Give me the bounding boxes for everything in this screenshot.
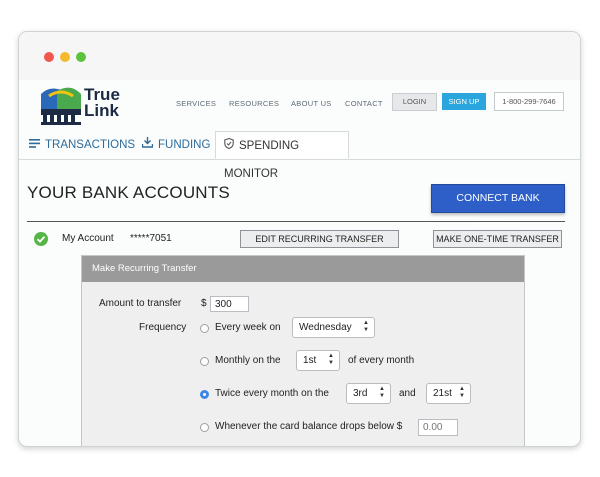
account-number: *****7051 bbox=[130, 233, 172, 244]
monthly-day-select[interactable]: 1st ▲ ▼ bbox=[296, 350, 340, 371]
weekday-select[interactable]: Wednesday ▲ ▼ bbox=[292, 317, 375, 338]
page-title: YOUR BANK ACCOUNTS bbox=[27, 183, 230, 202]
nav-about-us[interactable]: ABOUT US bbox=[291, 99, 332, 108]
currency-symbol: $ bbox=[201, 298, 207, 309]
weekday-select-value: Wednesday bbox=[299, 322, 352, 333]
shield-icon bbox=[224, 132, 234, 160]
amount-input[interactable]: 300 bbox=[210, 296, 249, 312]
check-circle-icon bbox=[34, 232, 48, 246]
account-name: My Account bbox=[62, 233, 114, 244]
monthly-suffix: of every month bbox=[348, 355, 415, 366]
balance-threshold-label: Whenever the card balance drops below $ bbox=[215, 421, 403, 432]
balance-threshold-input[interactable] bbox=[418, 419, 458, 436]
and-label: and bbox=[399, 388, 416, 399]
true-link-logo[interactable]: True Link bbox=[39, 86, 120, 126]
make-one-time-transfer-button[interactable]: MAKE ONE-TIME TRANSFER bbox=[433, 230, 562, 248]
select-arrows-icon: ▲ ▼ bbox=[379, 386, 385, 399]
select-arrows-icon: ▲ ▼ bbox=[363, 320, 369, 333]
twice-monthly-label: Twice every month on the bbox=[215, 388, 329, 399]
nav-resources[interactable]: RESOURCES bbox=[229, 99, 279, 108]
browser-window: True Link SERVICES RESOURCES ABOUT US CO… bbox=[18, 31, 581, 447]
recurring-transfer-panel: Make Recurring Transfer Amount to transf… bbox=[81, 255, 525, 446]
nav-contact[interactable]: CONTACT bbox=[345, 99, 383, 108]
tab-funding-label: FUNDING bbox=[158, 139, 211, 152]
second-day-select[interactable]: 21st ▲ ▼ bbox=[426, 383, 471, 404]
tab-spending-monitor[interactable]: SPENDING MONITOR bbox=[215, 131, 349, 180]
select-arrows-icon: ▲ ▼ bbox=[328, 353, 334, 366]
phone-number[interactable]: 1-800-299-7646 bbox=[494, 92, 564, 111]
tab-funding[interactable]: FUNDING bbox=[141, 131, 211, 159]
divider bbox=[27, 221, 565, 222]
tab-transactions-label: TRANSACTIONS bbox=[45, 139, 136, 152]
list-icon bbox=[29, 131, 40, 159]
signup-button[interactable]: SIGN UP bbox=[442, 93, 486, 110]
first-day-value: 3rd bbox=[353, 388, 368, 399]
tab-spending-monitor-label: SPENDING MONITOR bbox=[224, 140, 300, 181]
weekly-label: Every week on bbox=[215, 322, 281, 333]
tab-bar: TRANSACTIONS FUNDING SPENDING MONITOR bbox=[19, 131, 580, 180]
logo-mark-icon bbox=[41, 87, 81, 125]
radio-weekly[interactable] bbox=[200, 324, 209, 333]
download-icon bbox=[141, 131, 154, 159]
nav-services[interactable]: SERVICES bbox=[176, 99, 216, 108]
second-day-value: 21st bbox=[433, 388, 452, 399]
amount-label: Amount to transfer bbox=[99, 298, 182, 309]
select-arrows-icon: ▲ ▼ bbox=[459, 386, 465, 399]
login-button[interactable]: LOGIN bbox=[392, 93, 437, 111]
minimize-window-button[interactable] bbox=[60, 52, 70, 62]
connect-bank-account-button[interactable]: CONNECT BANK ACCOUNT bbox=[431, 184, 565, 231]
edit-recurring-transfer-button[interactable]: EDIT RECURRING TRANSFER bbox=[240, 230, 399, 248]
radio-balance-threshold[interactable] bbox=[200, 423, 209, 432]
frequency-label: Frequency bbox=[139, 322, 187, 333]
account-row: My Account *****7051 EDIT RECURRING TRAN… bbox=[19, 228, 580, 250]
logo-text-line2: Link bbox=[84, 101, 119, 120]
radio-twice-monthly[interactable] bbox=[200, 390, 209, 399]
title-bar bbox=[19, 32, 580, 80]
panel-header: Make Recurring Transfer bbox=[82, 256, 524, 282]
tab-transactions[interactable]: TRANSACTIONS bbox=[29, 131, 135, 159]
monthly-day-value: 1st bbox=[303, 355, 317, 366]
monthly-label: Monthly on the bbox=[215, 355, 281, 366]
first-day-select[interactable]: 3rd ▲ ▼ bbox=[346, 383, 391, 404]
radio-monthly[interactable] bbox=[200, 357, 209, 366]
logo-text: True Link bbox=[84, 86, 120, 120]
maximize-window-button[interactable] bbox=[76, 52, 86, 62]
site-header: True Link SERVICES RESOURCES ABOUT US CO… bbox=[19, 80, 580, 136]
close-window-button[interactable] bbox=[44, 52, 54, 62]
